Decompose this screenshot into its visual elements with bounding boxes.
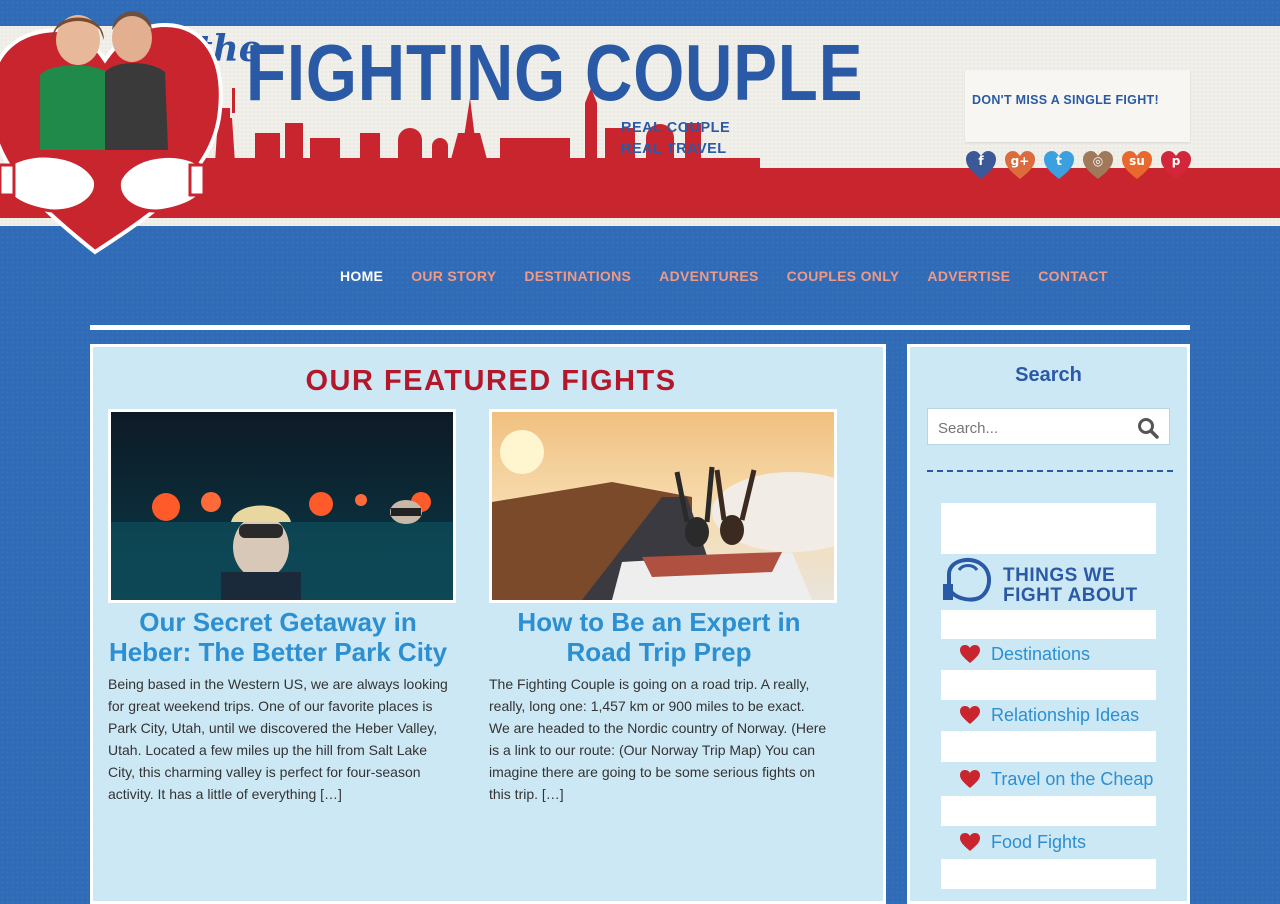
category-destinations[interactable]: Destinations xyxy=(959,641,1090,667)
post-card: Our Secret Getaway in Heber: The Better … xyxy=(108,409,456,805)
tagline-line2: REAL TRAVEL xyxy=(621,141,727,157)
post-excerpt-heber: Being based in the Western US, we are al… xyxy=(108,676,448,802)
dont-miss-text: DON'T MISS A SINGLE FIGHT! xyxy=(972,93,1159,107)
couple-heart-logo[interactable] xyxy=(0,0,240,260)
google-plus-icon[interactable]: g+ xyxy=(1004,150,1036,180)
featured-panel: OUR FEATURED FIGHTS Our Secret Getaway i… xyxy=(90,344,886,904)
things-heading-line1: THINGS WE xyxy=(1003,565,1116,586)
stumbleupon-icon[interactable]: su xyxy=(1121,150,1153,180)
post-title-road-trip[interactable]: How to Be an Expert in Road Trip Prep xyxy=(489,607,829,667)
twitter-icon[interactable]: t xyxy=(1043,150,1075,180)
nav-advertise[interactable]: ADVERTISE xyxy=(927,268,1010,284)
things-we-fight-about-widget: THINGS WE FIGHT ABOUT Destinations Relat… xyxy=(941,503,1156,903)
things-heading-line2: FIGHT ABOUT xyxy=(1003,585,1138,606)
post-title-heber[interactable]: Our Secret Getaway in Heber: The Better … xyxy=(108,607,448,667)
tagline: REAL COUPLE REAL TRAVEL xyxy=(621,118,730,160)
search-title: Search xyxy=(1015,364,1082,386)
tagline-line1: REAL COUPLE xyxy=(621,120,731,136)
search-icon[interactable] xyxy=(1137,417,1159,439)
category-label: Food Fights xyxy=(991,831,1087,852)
featured-title: OUR FEATURED FIGHTS xyxy=(305,365,677,397)
category-food-fights[interactable]: Food Fights xyxy=(959,829,1086,855)
category-travel-on-the-cheap[interactable]: Travel on the Cheap xyxy=(959,766,1153,792)
facebook-icon[interactable]: f xyxy=(965,150,997,180)
post-card: How to Be an Expert in Road Trip Prep Th… xyxy=(489,409,837,805)
instagram-icon[interactable]: ◎ xyxy=(1082,150,1114,180)
logo-title[interactable]: FIGHTING COUPLE xyxy=(246,28,863,118)
post-image-road-trip[interactable] xyxy=(489,409,837,603)
dashed-divider xyxy=(927,470,1173,472)
widget-white-band xyxy=(941,731,1156,762)
dont-miss-banner: DON'T MISS A SINGLE FIGHT! xyxy=(965,70,1190,142)
nav-couples-only[interactable]: COUPLES ONLY xyxy=(787,268,900,284)
post-excerpt-road-trip: The Fighting Couple is going on a road t… xyxy=(489,676,827,802)
widget-white-band xyxy=(941,859,1156,889)
social-icons: f g+ t ◎ su p xyxy=(965,150,1192,180)
post-image-diving[interactable] xyxy=(108,409,456,603)
category-label: Destinations xyxy=(991,643,1091,664)
widget-white-band xyxy=(941,670,1156,700)
things-heading: THINGS WE FIGHT ABOUT xyxy=(1003,566,1138,606)
nav-home[interactable]: HOME xyxy=(340,268,383,284)
heart-icon xyxy=(960,706,980,724)
nav-divider xyxy=(90,325,1190,330)
pinterest-icon[interactable]: p xyxy=(1160,150,1192,180)
widget-white-band xyxy=(941,796,1156,826)
main-nav: HOME OUR STORY DESTINATIONS ADVENTURES C… xyxy=(340,268,1136,284)
widget-white-band xyxy=(941,610,1156,639)
boxing-glove-icon xyxy=(943,557,991,602)
heart-icon xyxy=(960,833,980,851)
search-input[interactable] xyxy=(936,416,1130,440)
category-label: Relationship Ideas xyxy=(991,704,1140,725)
nav-adventures[interactable]: ADVENTURES xyxy=(659,268,758,284)
nav-contact[interactable]: CONTACT xyxy=(1038,268,1108,284)
search-box xyxy=(927,408,1170,445)
heart-icon xyxy=(960,645,980,663)
nav-our-story[interactable]: OUR STORY xyxy=(411,268,496,284)
sidebar: Search THINGS WE FIGHT ABOUT Destination… xyxy=(907,344,1190,904)
category-relationship-ideas[interactable]: Relationship Ideas xyxy=(959,702,1139,728)
heart-icon xyxy=(960,770,980,788)
widget-white-band xyxy=(941,503,1156,554)
category-label: Travel on the Cheap xyxy=(991,768,1154,789)
nav-destinations[interactable]: DESTINATIONS xyxy=(524,268,631,284)
